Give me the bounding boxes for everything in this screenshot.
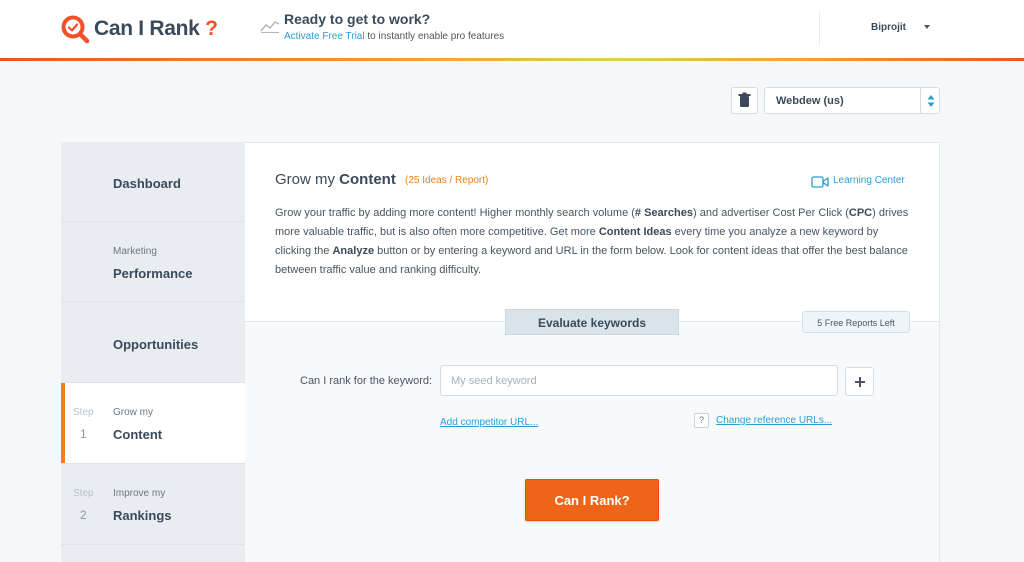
main-panel: Grow my Content (25 Ideas / Report) Lear… <box>245 142 940 562</box>
activate-trial-link[interactable]: Activate Free Trial <box>284 31 365 42</box>
magnifier-logo-icon <box>61 15 90 44</box>
step-label: Step <box>73 488 94 499</box>
step-number: 2 <box>80 508 87 522</box>
select-divider <box>920 88 921 113</box>
keyword-label: Can I rank for the keyword: <box>300 375 433 387</box>
help-icon[interactable]: ? <box>694 413 709 428</box>
logo[interactable]: Can I Rank ? <box>60 14 218 44</box>
page-title: Grow my Content <box>275 171 396 188</box>
user-menu[interactable]: Biprojit <box>871 22 906 33</box>
add-competitor-link[interactable]: Add competitor URL... <box>440 417 538 428</box>
change-reference-link[interactable]: Change reference URLs... <box>716 415 832 426</box>
sidebar-item-label: Rankings <box>113 508 172 523</box>
description: Grow your traffic by adding more content… <box>275 207 909 276</box>
sidebar-item-label: Opportunities <box>113 337 199 352</box>
select-arrows-icon <box>927 95 935 107</box>
step-label: Step <box>73 407 94 418</box>
free-reports-label: 5 Free Reports Left <box>817 318 895 328</box>
sidebar-item-sublabel: Grow my <box>113 407 153 418</box>
promo-title: Ready to get to work? <box>284 11 431 27</box>
site-select[interactable]: Webdew (us) <box>764 87 940 114</box>
tab-evaluate-keywords[interactable]: Evaluate keywords <box>505 309 679 335</box>
video-camera-icon <box>811 176 829 188</box>
top-header: Can I Rank ? Ready to get to work? Activ… <box>0 0 1024 58</box>
header-gradient-bar <box>0 58 1024 61</box>
sidebar-item-grow-content[interactable]: Step 1 Grow my Content <box>61 383 245 464</box>
trash-icon <box>738 92 751 107</box>
sidebar-item-sublabel: Improve my <box>113 488 166 499</box>
site-select-value: Webdew (us) <box>776 95 844 107</box>
sidebar-item-performance[interactable]: Marketing Performance <box>61 222 245 302</box>
tab-label: Evaluate keywords <box>537 316 647 330</box>
keyword-input[interactable] <box>440 365 838 396</box>
promo-subtitle: Activate Free Trial to instantly enable … <box>284 31 505 42</box>
free-reports-badge: 5 Free Reports Left <box>802 311 910 333</box>
sidebar-item-improve-rankings[interactable]: Step 2 Improve my Rankings <box>61 464 245 545</box>
header-divider <box>819 12 820 46</box>
sidebar-item-sublabel: Marketing <box>113 246 157 257</box>
sidebar-item-label: Content <box>113 427 163 442</box>
ideas-badge: (25 Ideas / Report) <box>405 175 489 186</box>
active-indicator <box>61 383 65 463</box>
sidebar-item-opportunities[interactable]: Opportunities <box>61 302 245 383</box>
evaluate-section: Evaluate keywords 5 Free Reports Left Ca… <box>245 309 939 562</box>
learning-center-label: Learning Center <box>833 175 905 186</box>
chart-trend-icon <box>260 21 280 33</box>
step-number: 1 <box>80 427 87 441</box>
sidebar-item-dashboard[interactable]: Dashboard <box>61 142 245 222</box>
can-i-rank-button[interactable]: Can I Rank? <box>525 479 659 521</box>
caret-down-icon[interactable] <box>924 25 930 29</box>
sidebar: Dashboard Marketing Performance Opportun… <box>61 142 245 562</box>
delete-button[interactable] <box>731 87 758 114</box>
sidebar-item-label: Dashboard <box>113 176 181 191</box>
add-keyword-button[interactable] <box>845 367 874 396</box>
logo-text: Can I Rank ? <box>94 17 218 40</box>
sidebar-item-label: Performance <box>113 266 193 281</box>
